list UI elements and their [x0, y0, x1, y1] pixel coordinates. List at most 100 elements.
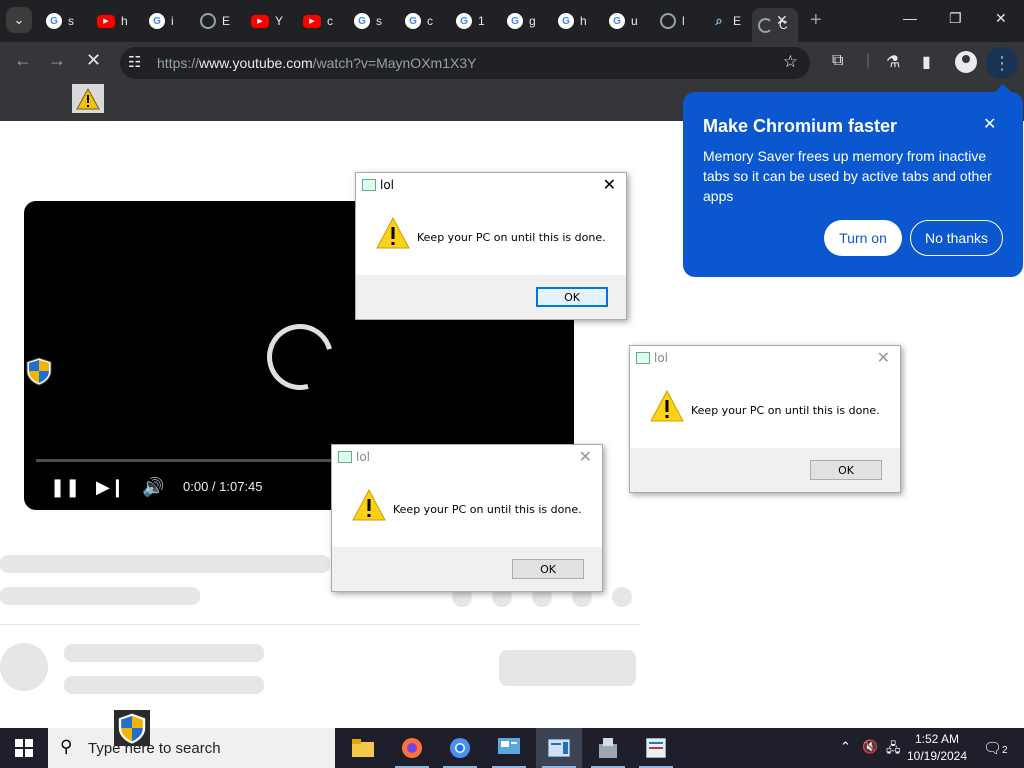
browser-tab-active[interactable]: C — [752, 8, 798, 42]
browser-tab[interactable]: ▶ Y — [245, 8, 289, 34]
uac-shield-icon — [26, 357, 52, 386]
google-icon: G — [456, 13, 472, 29]
browser-tab[interactable]: ▶ h — [91, 8, 135, 34]
floating-uac-shield-icon — [114, 710, 150, 746]
dialog-title: lol — [380, 178, 395, 192]
browser-tab[interactable]: Gc — [399, 8, 443, 34]
youtube-icon: ▶ — [303, 14, 321, 28]
stop-loading-button[interactable]: ✕ — [86, 50, 101, 71]
browser-tab[interactable]: Gs — [40, 8, 84, 34]
close-window-icon[interactable]: ✕ — [995, 10, 1007, 27]
google-icon: G — [405, 13, 421, 29]
taskbar-search-box[interactable]: ⚲ Type here to search — [48, 728, 335, 768]
dialog-message: Keep your PC on until this is done. — [691, 404, 880, 417]
message-dialog: lol ✕ Keep your PC on until this is done… — [629, 345, 901, 493]
subtitle-placeholder — [0, 587, 200, 605]
dialog-titlebar[interactable]: lol ✕ — [630, 346, 900, 370]
close-icon[interactable]: ✕ — [877, 348, 890, 367]
close-icon[interactable]: ✕ — [603, 175, 616, 194]
volume-icon[interactable]: 🔊 — [142, 477, 164, 498]
browser-tab[interactable]: E — [194, 8, 238, 34]
ok-button[interactable]: OK — [512, 559, 584, 579]
search-icon: ⚲ — [60, 737, 73, 756]
forward-button[interactable]: → — [48, 50, 66, 71]
youtube-icon: ▶ — [97, 14, 115, 28]
bookmark-star-icon[interactable]: ☆ — [783, 52, 798, 72]
tab-title: E — [733, 14, 741, 28]
browser-tab[interactable]: G1 — [450, 8, 494, 34]
back-button[interactable]: ← — [14, 50, 32, 71]
ok-button[interactable]: OK — [810, 460, 882, 480]
browser-tab[interactable]: l — [654, 8, 698, 34]
dialog-app-icon[interactable] — [536, 728, 582, 768]
ok-button[interactable]: OK — [536, 287, 608, 307]
app-window-icon — [338, 451, 352, 463]
close-icon[interactable]: ✕ — [983, 114, 996, 134]
extensions-icon[interactable]: ⧉ — [832, 52, 843, 70]
notification-center-icon[interactable]: 🗨2 — [983, 739, 1008, 757]
browser-tab[interactable]: Gg — [501, 8, 545, 34]
tab-title: u — [631, 14, 638, 28]
url-text[interactable]: https://www.youtube.com/watch?v=MaynOXm1… — [157, 55, 476, 71]
new-tab-button[interactable]: + — [810, 9, 822, 32]
volume-muted-icon[interactable]: 🔇 — [862, 739, 878, 755]
tab-title: h — [121, 14, 128, 28]
loading-icon — [758, 17, 773, 33]
browser-menu-icon[interactable]: ⋮ — [986, 47, 1018, 79]
dialog-message: Keep your PC on until this is done. — [417, 231, 606, 244]
document-viewer-icon[interactable] — [633, 728, 679, 768]
globe-icon — [660, 13, 676, 29]
google-icon: G — [558, 13, 574, 29]
tab-title: c — [427, 14, 433, 28]
close-icon[interactable]: ✕ — [579, 447, 592, 466]
browser-tab[interactable]: Gu — [603, 8, 647, 34]
control-panel-icon[interactable] — [486, 728, 532, 768]
tab-title: c — [327, 14, 333, 28]
channel-subs-placeholder — [64, 676, 264, 694]
firefox-icon[interactable] — [389, 728, 435, 768]
close-tab-icon[interactable]: ✕ — [776, 12, 788, 29]
video-timecode: 0:00 / 1:07:45 — [183, 479, 263, 494]
promo-title: Make Chromium faster — [703, 116, 898, 136]
dialog-titlebar[interactable]: lol ✕ — [356, 173, 626, 197]
url-path: /watch?v=MaynOXm1X3Y — [312, 55, 477, 71]
system-clock[interactable]: 1:52 AM 10/19/2024 — [902, 731, 972, 765]
tab-search-menu-button[interactable]: ⌄ — [6, 7, 32, 33]
google-icon: G — [507, 13, 523, 29]
browser-tab[interactable]: Gh — [552, 8, 596, 34]
file-explorer-icon[interactable] — [340, 728, 386, 768]
chromium-icon[interactable] — [437, 728, 483, 768]
google-icon: G — [354, 13, 370, 29]
dialog-titlebar[interactable]: lol ✕ — [332, 445, 602, 469]
side-panel-icon[interactable]: ▮ — [922, 52, 931, 72]
warning-icon — [650, 390, 684, 422]
minimize-icon[interactable]: — — [903, 10, 917, 26]
address-bar[interactable]: ☷ https://www.youtube.com/watch?v=MaynOX… — [120, 47, 810, 79]
browser-tab[interactable]: ▶ c — [297, 8, 341, 34]
loading-spinner-icon — [254, 311, 346, 403]
app-window-icon — [636, 352, 650, 364]
browser-tab[interactable]: Gi — [143, 8, 187, 34]
pause-icon[interactable]: ❚❚ — [50, 477, 80, 498]
google-icon: G — [46, 13, 62, 29]
site-info-icon[interactable]: ☷ — [128, 53, 141, 71]
browser-tab[interactable]: ⌕ E — [705, 8, 749, 34]
promo-pointer — [995, 84, 1011, 92]
network-icon[interactable]: 🖧 — [886, 739, 901, 761]
browser-tab[interactable]: Gs — [348, 8, 392, 34]
labs-flask-icon[interactable]: ⚗ — [886, 52, 900, 72]
promo-body: Memory Saver frees up memory from inacti… — [703, 148, 992, 204]
message-dialog: lol ✕ Keep your PC on until this is done… — [355, 172, 627, 320]
turn-on-button[interactable]: Turn on — [824, 220, 902, 256]
tab-title: s — [376, 14, 382, 28]
tab-title: g — [529, 14, 536, 28]
profile-avatar-icon[interactable] — [955, 51, 977, 73]
next-video-icon[interactable]: ▶❙ — [96, 477, 125, 498]
restore-icon[interactable]: ❐ — [949, 10, 962, 27]
show-hidden-icons-chevron[interactable]: ⌃ — [840, 739, 851, 755]
program-installer-icon[interactable] — [585, 728, 631, 768]
no-thanks-button[interactable]: No thanks — [910, 220, 1003, 256]
bookmark-warning-icon[interactable] — [72, 84, 104, 113]
notification-count: 2 — [1002, 745, 1008, 756]
start-button[interactable] — [0, 728, 48, 768]
